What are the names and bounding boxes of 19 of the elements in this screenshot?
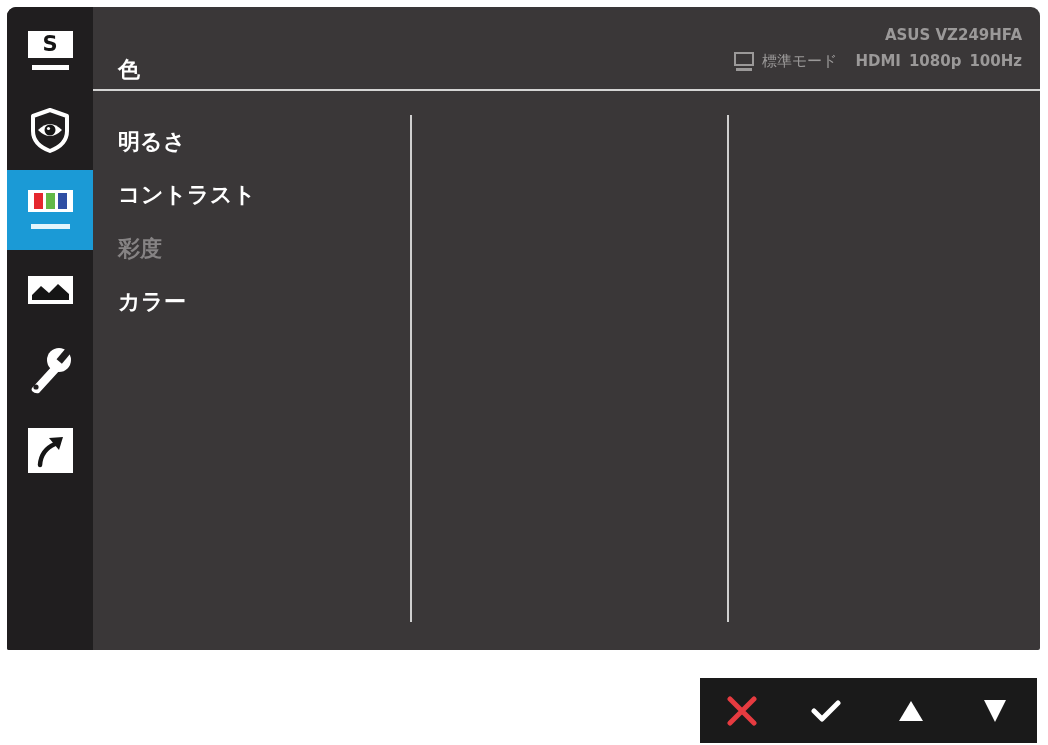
picture-mode: 標準モード (762, 51, 838, 71)
close-icon (727, 695, 758, 726)
up-triangle-icon (898, 700, 923, 721)
sidebar-tab[interactable]: S (7, 10, 93, 90)
eye-shield-icon (30, 107, 70, 153)
sidebar-tab[interactable] (7, 170, 93, 250)
menu-item[interactable]: 明るさ (118, 127, 186, 156)
model-name: ASUS VZ249HFA (884, 26, 1022, 44)
down-triangle-icon (983, 699, 1006, 722)
picture-icon (27, 276, 73, 304)
menu-title: 色 (118, 56, 140, 84)
check-icon (811, 699, 842, 722)
menu-item[interactable]: カラー (118, 288, 186, 317)
refresh-rate: 100Hz (969, 51, 1022, 71)
monitor-icon (734, 51, 755, 71)
resolution: 1080p (908, 51, 962, 71)
color-bars-icon (27, 190, 73, 230)
input-source: HDMI (855, 51, 901, 71)
menu-item[interactable]: コントラスト (118, 181, 256, 210)
